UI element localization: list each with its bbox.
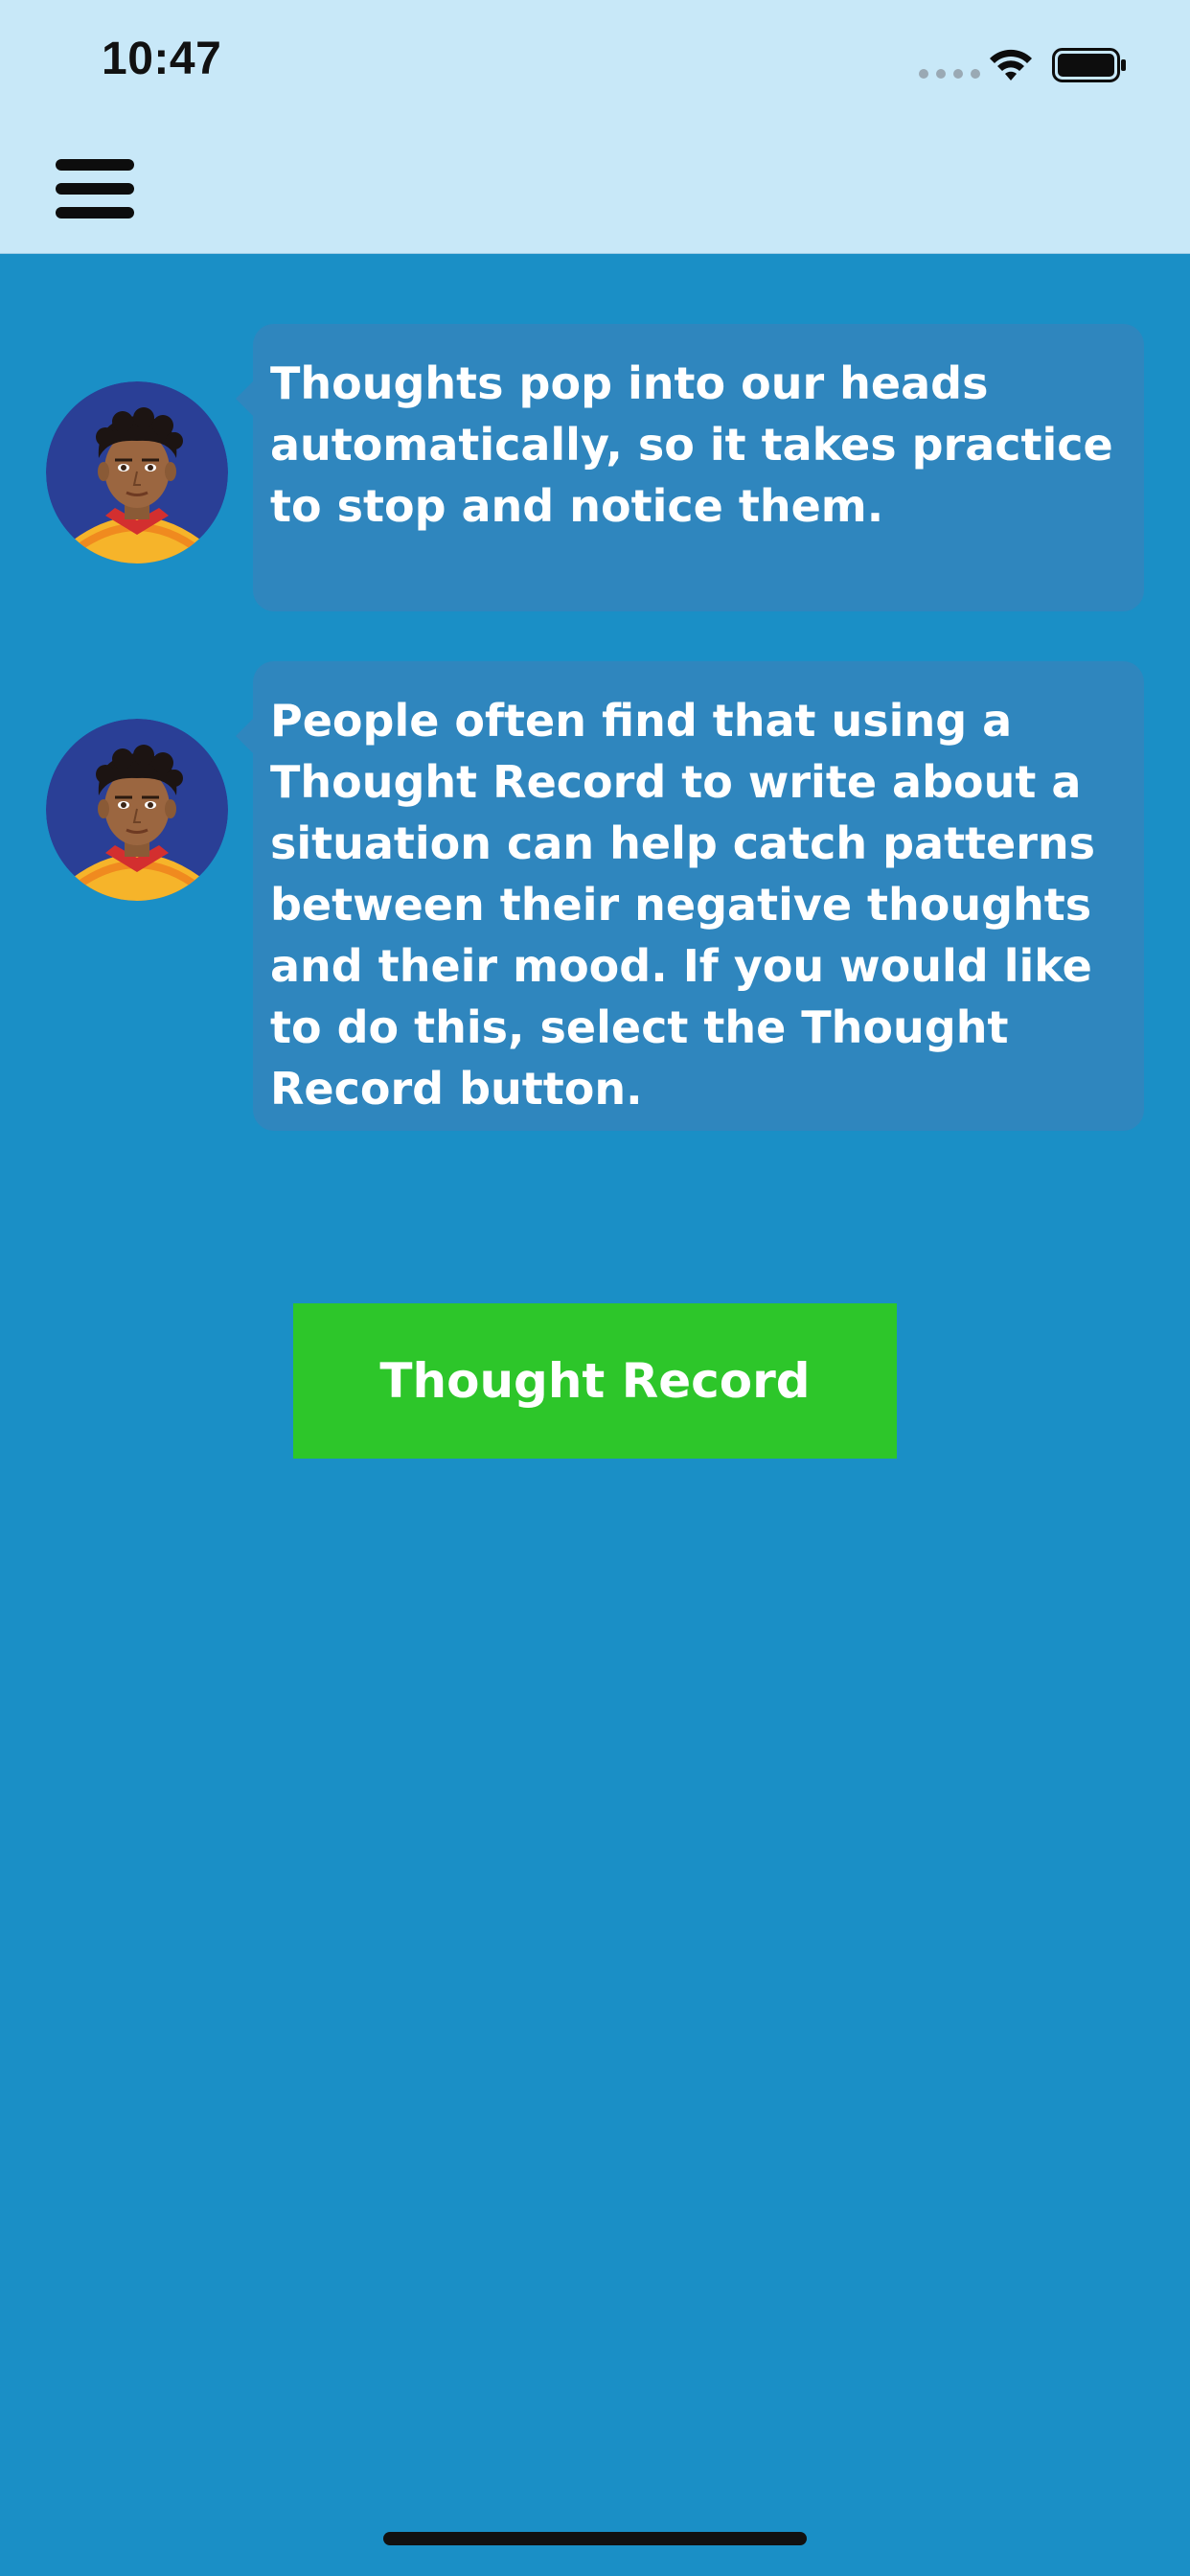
chat-message-text: People often find that using a Thought R… [270,695,1096,1115]
battery-icon [1052,48,1126,82]
thought-record-button[interactable]: Thought Record [293,1303,897,1459]
chat-bubble: People often find that using a Thought R… [236,661,1144,1131]
chat-message-text: Thoughts pop into our heads automaticall… [270,357,1113,532]
status-time: 10:47 [102,34,222,84]
chat-bubble: Thoughts pop into our heads automaticall… [236,324,1144,611]
home-indicator[interactable] [383,2532,807,2545]
wifi-icon [990,49,1032,80]
top-bar: 10:47 [0,0,1190,254]
coach-avatar-icon [46,381,228,564]
cellular-signal-icon [919,69,980,79]
hamburger-menu-icon[interactable] [56,159,134,218]
coach-avatar-icon [46,719,228,901]
